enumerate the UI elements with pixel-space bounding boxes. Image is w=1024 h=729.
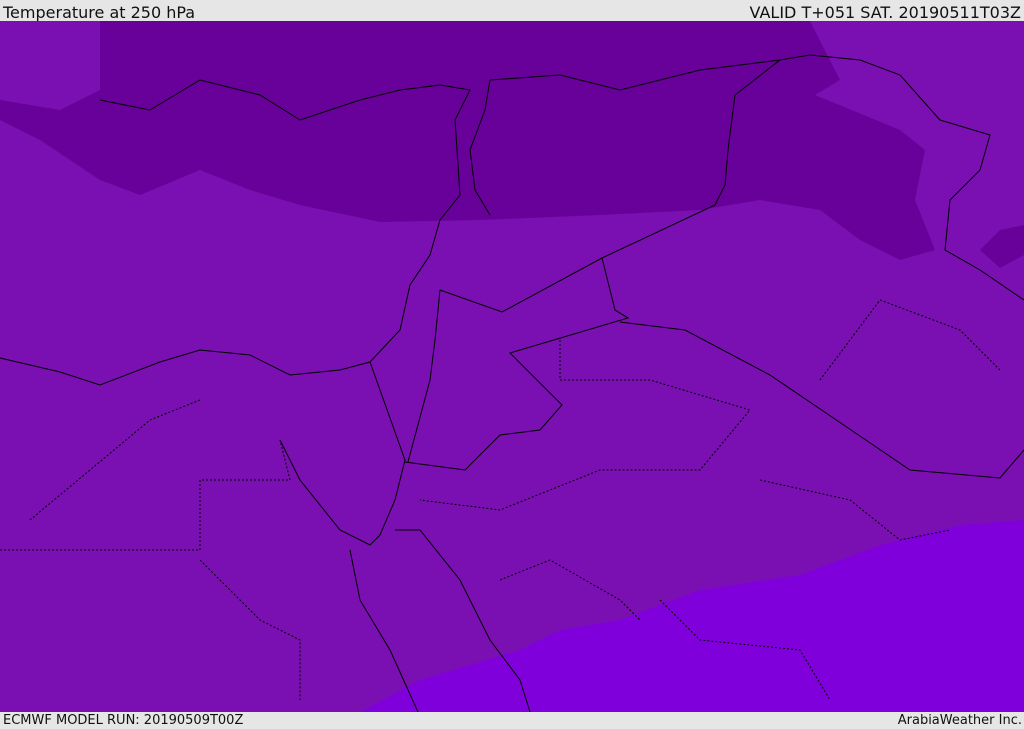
- header-bar: Temperature at 250 hPa VALID T+051 SAT. …: [0, 0, 1024, 22]
- temperature-map[interactable]: [0, 21, 1024, 712]
- map-title: Temperature at 250 hPa: [3, 3, 196, 22]
- model-run: ECMWF MODEL RUN: 20190509T00Z: [3, 713, 244, 728]
- valid-time: VALID T+051 SAT. 20190511T03Z: [749, 3, 1021, 22]
- footer-bar: ECMWF MODEL RUN: 20190509T00Z ArabiaWeat…: [0, 712, 1024, 729]
- credit: ArabiaWeather Inc.: [897, 713, 1022, 728]
